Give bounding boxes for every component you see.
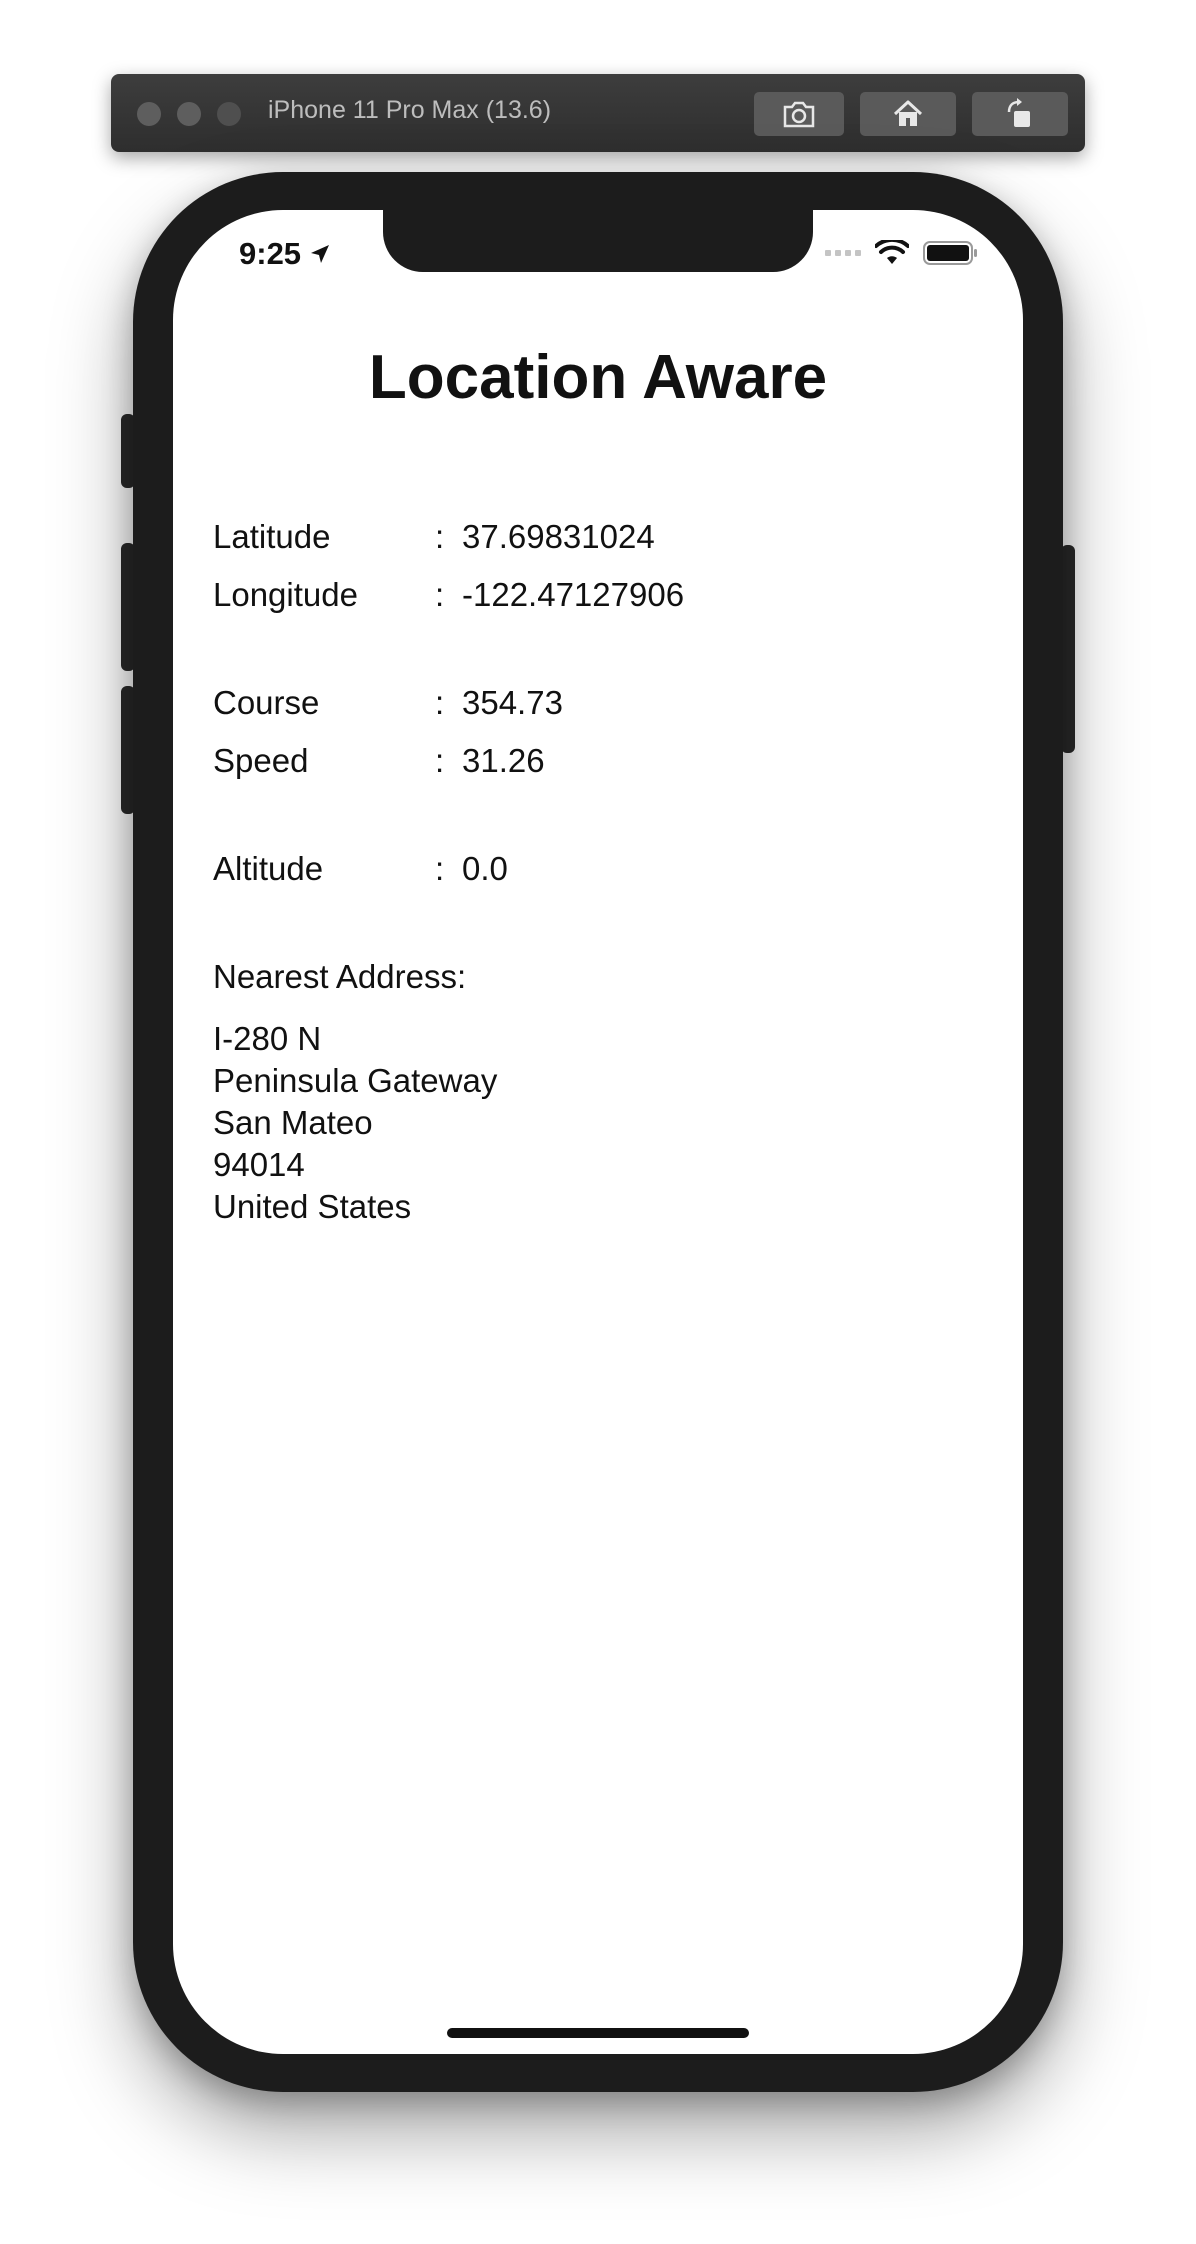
wifi-icon <box>875 240 909 264</box>
longitude-separator: : <box>435 576 445 613</box>
address-line: San Mateo <box>213 1104 373 1141</box>
battery-icon <box>923 241 977 265</box>
cellular-signal-icon <box>825 250 861 256</box>
latitude-value: 37.69831024 <box>462 518 655 555</box>
speed-value: 31.26 <box>462 742 545 779</box>
status-indicators <box>825 240 979 266</box>
speed-label: Speed <box>213 742 309 779</box>
course-value: 354.73 <box>462 684 563 721</box>
home-icon <box>893 100 923 126</box>
simulator-title: iPhone 11 Pro Max (13.6) <box>268 96 552 124</box>
nearest-address: I-280 N Peninsula Gateway San Mateo 9401… <box>213 1018 497 1228</box>
close-window-button[interactable] <box>137 102 161 126</box>
course-label: Course <box>213 684 320 721</box>
minimize-window-button[interactable] <box>177 102 201 126</box>
address-line: 94014 <box>213 1146 305 1183</box>
notch <box>383 210 813 272</box>
simulator-toolbar: iPhone 11 Pro Max (13.6) <box>111 74 1085 152</box>
nearest-address-label: Nearest Address: <box>213 958 467 995</box>
zoom-window-button[interactable] <box>217 102 241 126</box>
page-title: Location Aware <box>368 343 828 412</box>
altitude-label: Altitude <box>213 850 324 887</box>
screenshot-button[interactable] <box>754 92 844 136</box>
longitude-value: -122.47127906 <box>462 576 685 613</box>
latitude-separator: : <box>435 518 445 555</box>
address-line: Peninsula Gateway <box>213 1062 498 1099</box>
speed-separator: : <box>435 742 445 779</box>
camera-icon <box>783 101 815 128</box>
phone-screen: 9:25 Location Aware Latitude : 37.698310… <box>173 210 1023 2054</box>
home-button[interactable] <box>860 92 956 136</box>
altitude-value: 0.0 <box>462 850 508 887</box>
course-separator: : <box>435 684 445 721</box>
status-time: 9:25 <box>239 236 331 272</box>
power-button <box>1061 545 1075 753</box>
latitude-label: Latitude <box>213 518 331 555</box>
status-time-text: 9:25 <box>239 236 302 271</box>
altitude-separator: : <box>435 850 445 887</box>
address-line: I-280 N <box>213 1020 322 1057</box>
home-indicator[interactable] <box>447 2028 749 2038</box>
address-line: United States <box>213 1188 412 1225</box>
location-arrow-icon <box>311 245 330 263</box>
longitude-label: Longitude <box>213 576 358 613</box>
rotate-icon <box>1007 98 1030 127</box>
iphone-device-frame: 9:25 Location Aware Latitude : 37.698310… <box>133 172 1063 2092</box>
rotate-button[interactable] <box>972 92 1068 136</box>
